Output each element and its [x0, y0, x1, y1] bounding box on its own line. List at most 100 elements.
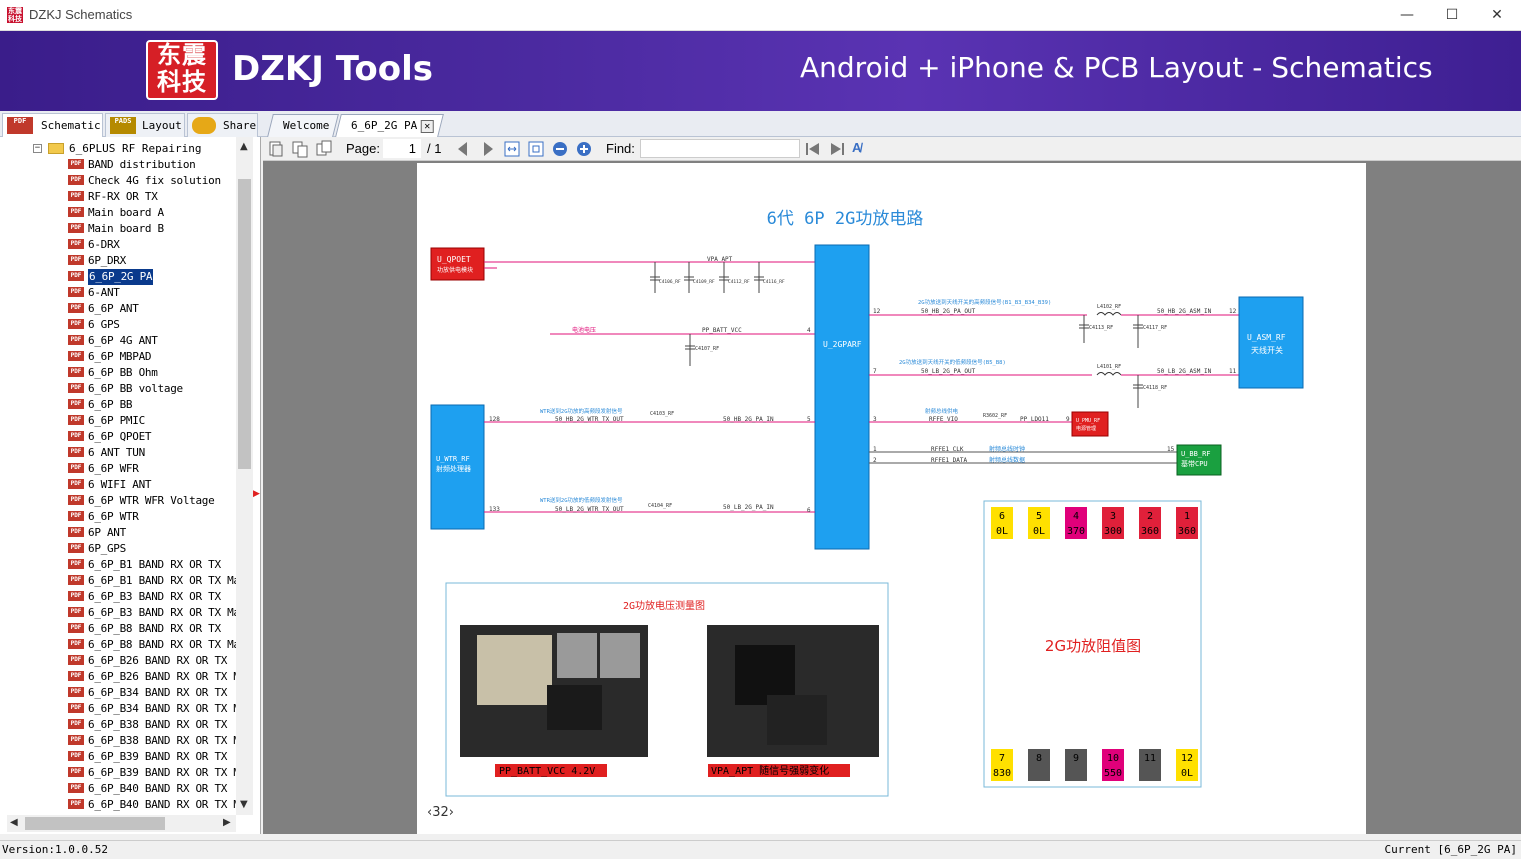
- tree-item[interactable]: PDF 6_6P BB: [0, 397, 236, 413]
- tree-item[interactable]: PDF 6-DRX: [0, 237, 236, 253]
- tree-item[interactable]: PDF 6_6P_B1 BAND RX OR TX Mai: [0, 573, 236, 589]
- open-file-icon[interactable]: [267, 140, 285, 158]
- find-input[interactable]: [640, 139, 800, 158]
- tree-item[interactable]: PDF 6_6P_B8 BAND RX OR TX: [0, 621, 236, 637]
- scroll-thumb[interactable]: [238, 179, 251, 469]
- fit-page-icon[interactable]: [527, 140, 545, 158]
- tree-root[interactable]: − 6_6PLUS RF Repairing: [0, 141, 236, 157]
- tree-item[interactable]: PDF 6_6P_B38 BAND RX OR TX Ma: [0, 733, 236, 749]
- svg-text:C4109_RF: C4109_RF: [693, 279, 715, 285]
- pdf-file-icon: PDF: [68, 687, 84, 697]
- tree-item[interactable]: PDF Check 4G fix solution: [0, 173, 236, 189]
- collapse-icon[interactable]: −: [33, 144, 42, 153]
- tree-item[interactable]: PDF 6_6P BB Ohm: [0, 365, 236, 381]
- tab-schematic[interactable]: PDF Schematic: [2, 113, 103, 137]
- prev-page-icon[interactable]: [454, 140, 472, 158]
- splitter-arrow-icon[interactable]: ▶: [253, 489, 260, 499]
- tree-item[interactable]: PDF 6_6P 4G ANT: [0, 333, 236, 349]
- svg-text:15: 15: [1167, 446, 1175, 453]
- tree-item[interactable]: PDF 6_6P_B38 BAND RX OR TX: [0, 717, 236, 733]
- chip-qpoet-sub: 功放供电模块: [437, 266, 473, 274]
- tree-item-label: 6 GPS: [88, 318, 120, 331]
- tree-vertical-scrollbar[interactable]: ▲ ▼: [236, 137, 253, 815]
- find-prev-icon[interactable]: [804, 140, 822, 158]
- pdf-file-icon: PDF: [68, 703, 84, 713]
- status-bar: Version:1.0.0.52 Current [6_6P_2G PA]: [0, 840, 1521, 859]
- tree-item[interactable]: PDF 6_6P WTR: [0, 509, 236, 525]
- minimize-button[interactable]: —: [1384, 0, 1430, 30]
- find-next-icon[interactable]: [828, 140, 846, 158]
- tab-share[interactable]: Share: [187, 113, 258, 137]
- tree-item-label: 6_6P_B34 BAND RX OR TX Ma: [88, 702, 236, 715]
- close-window-button[interactable]: ✕: [1474, 0, 1520, 30]
- tab-layout[interactable]: PADS Layout: [105, 113, 185, 137]
- tree-item[interactable]: PDF 6_6P_B3 BAND RX OR TX: [0, 589, 236, 605]
- tree-item[interactable]: PDF 6_6P BB voltage: [0, 381, 236, 397]
- close-tab-icon[interactable]: ✕: [420, 120, 434, 133]
- tree-item[interactable]: PDF Main board B: [0, 221, 236, 237]
- scroll-right-icon[interactable]: ▶: [223, 817, 231, 828]
- copy-icon[interactable]: [291, 140, 309, 158]
- tree-item[interactable]: PDF RF-RX OR TX: [0, 189, 236, 205]
- tree-item[interactable]: PDF 6_6P_B8 BAND RX OR TX Mai: [0, 637, 236, 653]
- current-doc-text: Current [6_6P_2G PA]: [1384, 843, 1517, 856]
- hscroll-thumb[interactable]: [25, 817, 165, 830]
- tree-item[interactable]: PDF 6_6P MBPAD: [0, 349, 236, 365]
- tree-item[interactable]: PDF 6_6P_B1 BAND RX OR TX: [0, 557, 236, 573]
- pads-icon: PADS: [110, 117, 136, 134]
- tree-item-label: 6_6P_2G PA: [86, 268, 155, 286]
- tree-item[interactable]: PDF Main board A: [0, 205, 236, 221]
- tree-item-label: 6_6P_B8 BAND RX OR TX: [88, 622, 221, 635]
- svg-text:50_LB_2G_ASM_IN: 50_LB_2G_ASM_IN: [1157, 368, 1212, 375]
- pdf-file-icon: PDF: [68, 591, 84, 601]
- tree-item[interactable]: PDF 6_6P_B39 BAND RX OR TX Ma: [0, 765, 236, 781]
- maximize-button[interactable]: ☐: [1429, 0, 1475, 30]
- tree-item[interactable]: PDF 6_6P_2G PA: [0, 268, 236, 286]
- tree-item[interactable]: PDF 6_6P_B39 BAND RX OR TX: [0, 749, 236, 765]
- pdf-file-icon: PDF: [68, 623, 84, 633]
- svg-text:2: 2: [873, 457, 877, 464]
- scroll-up-icon[interactable]: ▲: [240, 141, 248, 152]
- svg-text:VPA_APT 随信号强弱变化: VPA_APT 随信号强弱变化: [711, 764, 829, 777]
- tree-item[interactable]: PDF 6P_DRX: [0, 253, 236, 269]
- zoom-in-icon[interactable]: [575, 140, 593, 158]
- highlight-icon[interactable]: A̸: [852, 140, 870, 158]
- svg-text:C4116_RF: C4116_RF: [763, 279, 785, 285]
- tree-item[interactable]: PDF 6_6P_B3 BAND RX OR TX Mai: [0, 605, 236, 621]
- tree-item[interactable]: PDF 6P ANT: [0, 525, 236, 541]
- tree-item[interactable]: PDF 6 GPS: [0, 317, 236, 333]
- tree-item[interactable]: PDF 6_6P_B26 BAND RX OR TX Ma: [0, 669, 236, 685]
- tree-item[interactable]: PDF 6_6P_B40 BAND RX OR TX: [0, 781, 236, 797]
- tree-item[interactable]: PDF 6-ANT: [0, 285, 236, 301]
- tree-item[interactable]: PDF 6_6P ANT: [0, 301, 236, 317]
- tree-item[interactable]: PDF 6_6P_B34 BAND RX OR TX Ma: [0, 701, 236, 717]
- zoom-out-icon[interactable]: [551, 140, 569, 158]
- svg-text:C4113_RF: C4113_RF: [1089, 325, 1113, 331]
- tree-item[interactable]: PDF 6_6P QPOET: [0, 429, 236, 445]
- scroll-left-icon[interactable]: ◀: [10, 817, 18, 828]
- tree-item[interactable]: PDF 6_6P WTR WFR Voltage: [0, 493, 236, 509]
- scroll-down-icon[interactable]: ▼: [240, 799, 248, 810]
- tree-item[interactable]: PDF 6_6P PMIC: [0, 413, 236, 429]
- pin-number: 10: [1107, 753, 1119, 764]
- pin-number: 11: [1144, 753, 1156, 764]
- tree-item[interactable]: PDF 6 ANT TUN: [0, 445, 236, 461]
- tree-item[interactable]: PDF 6_6P WFR: [0, 461, 236, 477]
- tree-item[interactable]: PDF 6_6P_B34 BAND RX OR TX: [0, 685, 236, 701]
- tree-item[interactable]: PDF 6P_GPS: [0, 541, 236, 557]
- tree-item[interactable]: PDF 6_6P_B40 BAND RX OR TX Ma: [0, 797, 236, 813]
- doc-tab-active[interactable]: 6_6P_2G PA ✕: [335, 114, 445, 137]
- page-number-input[interactable]: 1: [383, 139, 421, 158]
- pdf-file-icon: PDF: [68, 223, 84, 233]
- svg-text:7: 7: [873, 368, 877, 375]
- pdf-file-icon: PDF: [68, 527, 84, 537]
- pages-icon[interactable]: [315, 140, 333, 158]
- tree-item[interactable]: PDF 6_6P_B26 BAND RX OR TX: [0, 653, 236, 669]
- fit-width-icon[interactable]: [503, 140, 521, 158]
- doc-tab-welcome[interactable]: Welcome: [267, 114, 340, 137]
- tree-item[interactable]: PDF BAND distribution: [0, 157, 236, 173]
- svg-text:U_ASM_RF: U_ASM_RF: [1247, 333, 1286, 342]
- next-page-icon[interactable]: [479, 140, 497, 158]
- tree-item[interactable]: PDF 6 WIFI ANT: [0, 477, 236, 493]
- tree-horizontal-scrollbar[interactable]: ◀ ▶: [7, 815, 236, 832]
